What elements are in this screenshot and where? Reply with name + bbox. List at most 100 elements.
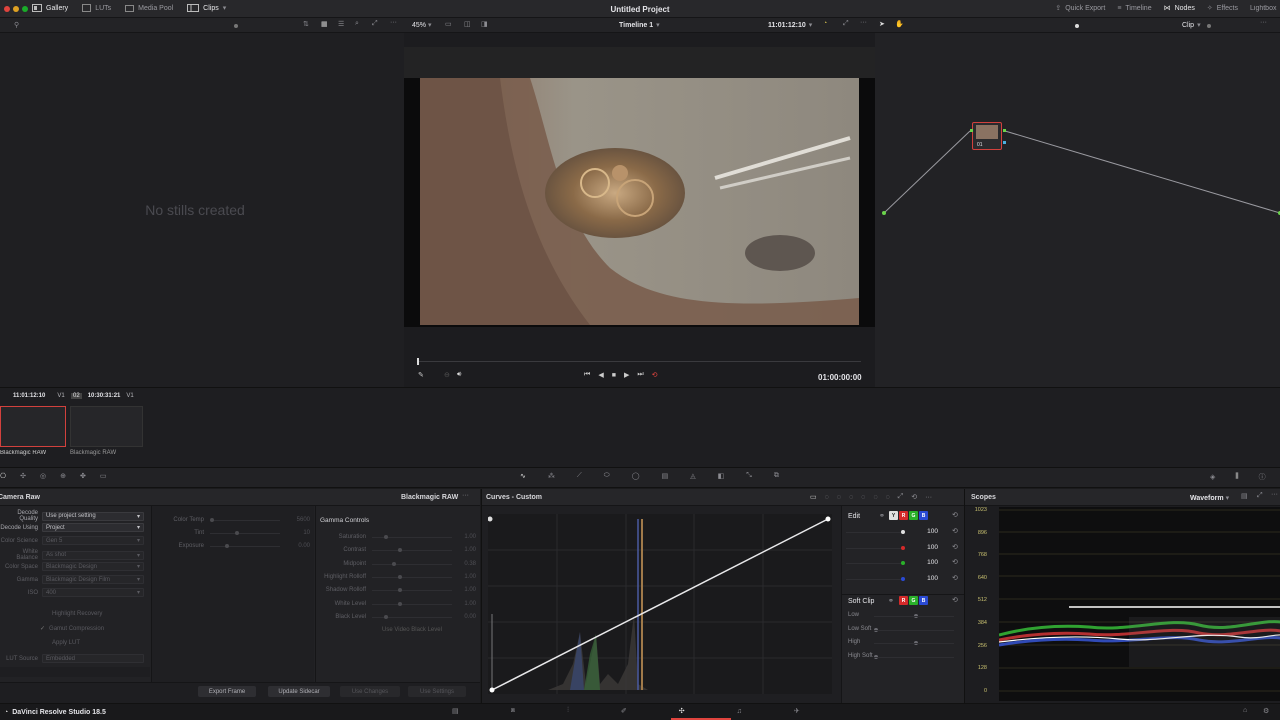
step-back-icon[interactable]: ◀ (598, 371, 603, 379)
channel-red-swatch[interactable]: R (899, 596, 908, 605)
lut-source-dropdown[interactable]: Embedded (42, 654, 144, 663)
slider-track[interactable] (372, 576, 452, 578)
3d-icon[interactable]: ⧉ (774, 472, 779, 480)
slider-track[interactable] (210, 546, 280, 547)
reset-icon[interactable]: ⟲ (952, 511, 958, 519)
hdr-icon[interactable]: ⊕ (60, 472, 66, 480)
curve-graph[interactable] (487, 514, 832, 694)
channel-intensity-knob[interactable] (901, 561, 905, 565)
more-options-icon[interactable]: ··· (1271, 491, 1278, 498)
video-black-level-checkbox[interactable]: Use Video Black Level (382, 627, 442, 633)
more-options-icon[interactable]: ··· (390, 19, 397, 26)
reset-icon[interactable]: ⟲ (952, 558, 958, 566)
more-options-icon[interactable]: ··· (1260, 19, 1267, 26)
channel-intensity-value[interactable]: 100 (912, 544, 938, 551)
channel-intensity-value[interactable]: 100 (912, 575, 938, 582)
stop-icon[interactable]: ■ (612, 372, 616, 379)
fairlight-page-icon[interactable]: ♫ (737, 708, 742, 715)
lum-vs-sat-icon[interactable]: ◌ (873, 494, 877, 501)
media-page-icon[interactable]: ▤ (452, 707, 459, 715)
decode-field-dropdown[interactable]: Gen 5 ▾ (42, 536, 144, 545)
channel-intensity-track[interactable] (846, 578, 902, 580)
channel-green-swatch[interactable]: G (909, 511, 918, 520)
motion-effects-icon[interactable]: ▭ (100, 472, 107, 480)
export-frame-button[interactable]: Export Frame (198, 686, 256, 697)
eyedropper-icon[interactable]: ✎ (418, 371, 424, 379)
soft-clip-track[interactable] (874, 643, 954, 644)
slider-value[interactable]: 0.38 (446, 561, 476, 567)
checkbox-gamut-compression[interactable]: ✓ Gamut Compression (40, 625, 104, 633)
expand-icon[interactable]: ⤢ (898, 493, 904, 501)
soft-clip-track[interactable] (874, 629, 954, 631)
effects-tab[interactable]: ✧ Effects (1207, 4, 1238, 13)
settings-icon[interactable]: ⚙ (1263, 707, 1269, 715)
scrubber-bar[interactable] (418, 361, 861, 362)
channel-intensity-track[interactable] (846, 563, 902, 564)
slider-track[interactable] (210, 520, 280, 521)
pin-icon[interactable]: ⚲ (14, 21, 19, 29)
hue-vs-lum-icon[interactable]: ◌ (861, 494, 865, 501)
clip-thumbnail[interactable] (70, 406, 143, 447)
color-page-icon[interactable]: ✣ (679, 707, 685, 715)
expand-icon[interactable]: ⤢ (1257, 492, 1263, 500)
decode-field-dropdown[interactable]: Project ▾ (42, 523, 144, 532)
slider-value[interactable]: 1.00 (446, 534, 476, 540)
sizing-icon[interactable]: ⤡ (746, 472, 752, 480)
scope-mode-select[interactable]: Waveform ▾ (1190, 494, 1229, 503)
corrector-node[interactable]: 01 (972, 122, 1002, 150)
use-settings-button[interactable]: Use Settings (408, 686, 466, 697)
channel-intensity-value[interactable]: 100 (912, 559, 938, 566)
channel-red-swatch[interactable]: R (899, 511, 908, 520)
soft-clip-track[interactable] (874, 656, 954, 658)
slider-value[interactable]: 1.00 (446, 574, 476, 580)
slider-track[interactable] (210, 533, 280, 534)
slider-track[interactable] (372, 603, 452, 605)
more-options-icon[interactable]: ··· (462, 492, 469, 499)
curve-type-icon[interactable]: ◌ (825, 494, 829, 501)
expand-icon[interactable]: ⤢ (372, 20, 378, 28)
slider-knob[interactable] (225, 544, 229, 548)
link-icon[interactable]: ⚭ (888, 597, 894, 605)
channel-intensity-knob[interactable] (901, 576, 905, 581)
slider-knob[interactable] (384, 535, 388, 539)
decode-field-dropdown[interactable]: Blackmagic Design ▾ (42, 562, 144, 571)
slider-value[interactable]: 10 (280, 530, 310, 536)
curve-view-icon[interactable]: ▭ (810, 493, 817, 501)
timeline-tab[interactable]: ≡ Timeline (1117, 5, 1151, 12)
loop-icon[interactable]: ⟲ (652, 371, 658, 379)
slider-value[interactable]: 1.00 (446, 601, 476, 607)
zoom-select[interactable]: 45% ▾ (412, 21, 432, 30)
cut-page-icon[interactable]: ⧈ (511, 707, 515, 715)
timeline-select[interactable]: Timeline 1 ▾ (619, 21, 660, 30)
link-icon[interactable]: ⚭ (879, 512, 885, 520)
update-sidecar-button[interactable]: Update Sidecar (268, 686, 330, 697)
channel-blue-swatch[interactable]: B (919, 596, 928, 605)
decode-field-dropdown[interactable]: Use project setting ▾ (42, 511, 144, 521)
home-icon[interactable]: ⌂ (1243, 707, 1247, 714)
decode-field-dropdown[interactable]: Blackmagic Design Film ▾ (42, 575, 144, 584)
slider-track[interactable] (372, 550, 452, 552)
volume-icon[interactable]: 🔊︎ (457, 371, 461, 379)
channel-y-swatch[interactable]: Y (889, 511, 898, 520)
reset-icon[interactable]: ⟲ (952, 574, 958, 582)
channel-blue-swatch[interactable]: B (919, 511, 928, 520)
curves-icon[interactable]: ∿ (520, 472, 526, 480)
slider-value[interactable]: 0.00 (280, 543, 310, 549)
node-key-output-dot[interactable] (1003, 141, 1006, 144)
rgb-mixer-icon[interactable]: ✤ (80, 472, 86, 480)
decode-field-dropdown[interactable]: 400 ▾ (42, 588, 144, 597)
viewer-mode-icon[interactable]: ▭ (445, 20, 452, 28)
reset-icon[interactable]: ⟲ (952, 596, 958, 604)
channel-green-swatch[interactable]: G (909, 596, 918, 605)
slider-track[interactable] (372, 563, 452, 565)
scope-layout-icon[interactable]: ▤ (1241, 492, 1248, 500)
skip-back-icon[interactable]: ⏮ (584, 371, 590, 379)
slider-knob[interactable] (398, 588, 402, 593)
source-input-dot[interactable] (882, 211, 886, 215)
slider-value[interactable]: 1.00 (446, 587, 476, 593)
lightbox-tab[interactable]: Lightbox (1250, 5, 1278, 12)
playhead[interactable] (417, 358, 419, 365)
key-icon[interactable]: ◧ (718, 472, 725, 480)
node-input-dot[interactable] (970, 129, 973, 132)
hue-vs-sat-icon[interactable]: ◌ (849, 494, 853, 501)
